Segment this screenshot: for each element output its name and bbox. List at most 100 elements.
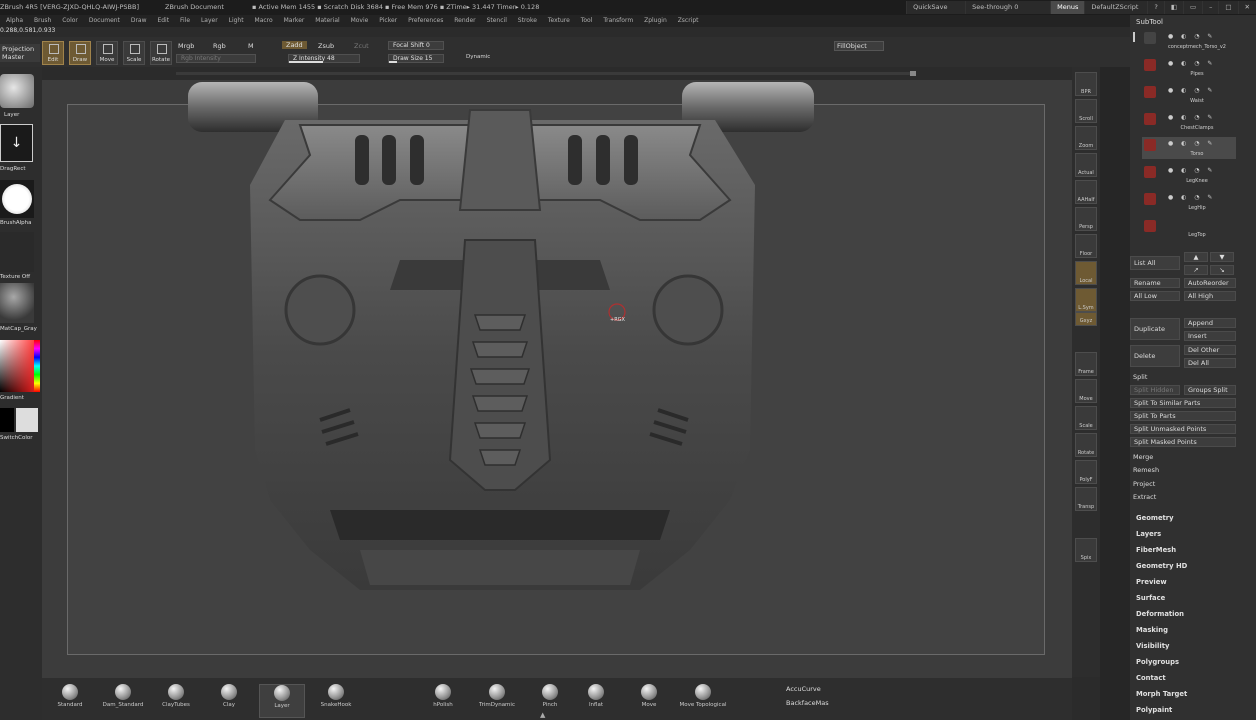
persp-button[interactable]: Persp [1075,207,1097,231]
brush-clay[interactable]: Clay [206,684,252,718]
see-through-slider[interactable]: See-through 0 [965,1,1051,14]
move-down-icon[interactable]: ▼ [1210,252,1234,262]
split-to-parts-button[interactable]: Split To Parts [1130,411,1236,421]
subtool-item[interactable]: LegTop [1142,218,1236,240]
shelf-scrollbar[interactable] [176,72,916,75]
split-hidden-button[interactable]: Split Hidden [1130,385,1180,395]
geometry-hd-section[interactable]: Geometry HD [1136,562,1187,570]
main-color-swatch[interactable] [0,408,14,432]
polygroups-section[interactable]: Polygroups [1136,658,1179,666]
polyf-button[interactable]: PolyF [1075,460,1097,484]
minimize-icon[interactable]: – [1202,1,1219,14]
split-similar-parts-button[interactable]: Split To Similar Parts [1130,398,1236,408]
texture-thumbnail[interactable] [0,232,34,272]
menu-layer[interactable]: Layer [201,17,218,24]
focal-shift-slider[interactable]: Focal Shift 0 [388,41,444,50]
visibility-icon[interactable]: ● ◐ ◔ ✎ [1168,140,1236,148]
menu-preferences[interactable]: Preferences [408,17,443,24]
menu-material[interactable]: Material [315,17,339,24]
menu-texture[interactable]: Texture [548,17,570,24]
brush-hpolish[interactable]: hPolish [420,684,466,718]
list-all-button[interactable]: List All [1130,256,1180,270]
all-low-button[interactable]: All Low [1130,291,1180,301]
menu-file[interactable]: File [180,17,190,24]
menu-render[interactable]: Render [454,17,475,24]
split-section-label[interactable]: Split [1133,373,1147,381]
quicksave-button[interactable]: QuickSave [906,1,966,14]
restore-icon[interactable]: ▭ [1182,1,1203,14]
menu-stencil[interactable]: Stencil [487,17,507,24]
z-intensity-slider[interactable]: Z Intensity 48 [288,54,360,63]
brush-snakehook[interactable]: SnakeHook [313,684,359,718]
morph-target-section[interactable]: Morph Target [1136,690,1187,698]
menu-brush[interactable]: Brush [34,17,51,24]
subtool-item[interactable]: ● ◐ ◔ ✎ conceptmech_Torso_v2 [1142,30,1236,52]
menu-movie[interactable]: Movie [351,17,369,24]
default-zscript-button[interactable]: DefaultZScript [1084,1,1148,14]
polypaint-section[interactable]: Polypaint [1136,706,1172,714]
m-button[interactable]: M [248,42,254,50]
visibility-icon[interactable]: ● ◐ ◔ ✎ [1168,194,1236,202]
extract-section[interactable]: Extract [1133,493,1156,501]
duplicate-button[interactable]: Duplicate [1130,318,1180,340]
menu-color[interactable]: Color [62,17,78,24]
project-section[interactable]: Project [1133,480,1155,488]
split-masked-button[interactable]: Split Masked Points [1130,437,1236,447]
edit-button[interactable]: Edit [42,41,64,65]
visibility-icon[interactable]: ● ◐ ◔ ✎ [1168,114,1236,122]
del-other-button[interactable]: Del Other [1184,345,1236,355]
del-all-button[interactable]: Del All [1184,358,1236,368]
material-thumbnail[interactable] [0,283,34,323]
move-up-icon[interactable]: ▲ [1184,252,1208,262]
visibility-icon[interactable]: ● ◐ ◔ ✎ [1168,87,1236,95]
scale-button[interactable]: Scale [123,41,145,65]
secondary-color-swatch[interactable] [16,408,38,432]
rgb-button[interactable]: Rgb [213,42,226,50]
masking-section[interactable]: Masking [1136,626,1168,634]
menu-alpha[interactable]: Alpha [6,17,23,24]
sculpted-torso-model[interactable] [170,80,830,620]
rename-button[interactable]: Rename [1130,278,1180,288]
bpr-button[interactable]: BPR [1075,72,1097,96]
subtool-item-selected[interactable]: ● ◐ ◔ ✎ Torso [1142,137,1236,159]
subtool-item[interactable]: ● ◐ ◔ ✎ Pipes [1142,57,1236,79]
brush-trimdynamic[interactable]: TrimDynamic [474,684,520,718]
accucurve-button[interactable]: AccuCurve [786,685,821,693]
fibermesh-section[interactable]: FiberMesh [1136,546,1176,554]
geometry-section[interactable]: Geometry [1136,514,1174,522]
menu-marker[interactable]: Marker [284,17,305,24]
draw-button[interactable]: Draw [69,41,91,65]
scroll-button[interactable]: Scroll [1075,99,1097,123]
help-icon[interactable]: ? [1147,1,1164,14]
aahalf-button[interactable]: AAHalf [1075,180,1097,204]
surface-section[interactable]: Surface [1136,594,1165,602]
rotate-view-button[interactable]: Rotate [1075,433,1097,457]
menu-zscript[interactable]: Zscript [678,17,699,24]
groups-split-button[interactable]: Groups Split [1184,385,1236,395]
rgb-intensity-slider[interactable]: Rgb Intensity [176,54,256,63]
brush-standard[interactable]: Standard [47,684,93,718]
autoreorder-button[interactable]: AutoReorder [1184,278,1236,288]
menu-macro[interactable]: Macro [255,17,273,24]
current-brush-thumbnail[interactable] [0,74,34,108]
deformation-section[interactable]: Deformation [1136,610,1184,618]
visibility-section[interactable]: Visibility [1136,642,1169,650]
preview-section[interactable]: Preview [1136,578,1167,586]
frame-button[interactable]: Frame [1075,352,1097,376]
subtool-item[interactable]: ● ◐ ◔ ✎ LegHip [1142,191,1236,213]
menus-button[interactable]: Menus [1050,1,1085,14]
move-last-icon[interactable]: ↘ [1210,265,1234,275]
mrgb-button[interactable]: Mrgb [178,42,194,50]
merge-section[interactable]: Merge [1133,453,1153,461]
brush-move[interactable]: Move [626,684,672,718]
fillobject-button[interactable]: FillObject [834,41,884,51]
draw-size-slider[interactable]: Draw Size 15 [388,54,444,63]
shelf-toggle-icon[interactable]: ▲ [540,711,570,719]
zadd-button[interactable]: Zadd [282,41,307,49]
rotate-button[interactable]: Rotate [150,41,172,65]
brush-dam-standard[interactable]: Dam_Standard [100,684,146,718]
append-button[interactable]: Append [1184,318,1236,328]
close-icon[interactable]: ✕ [1237,1,1256,14]
visibility-icon[interactable]: ● ◐ ◔ ✎ [1168,60,1236,68]
maximize-icon[interactable]: □ [1218,1,1238,14]
